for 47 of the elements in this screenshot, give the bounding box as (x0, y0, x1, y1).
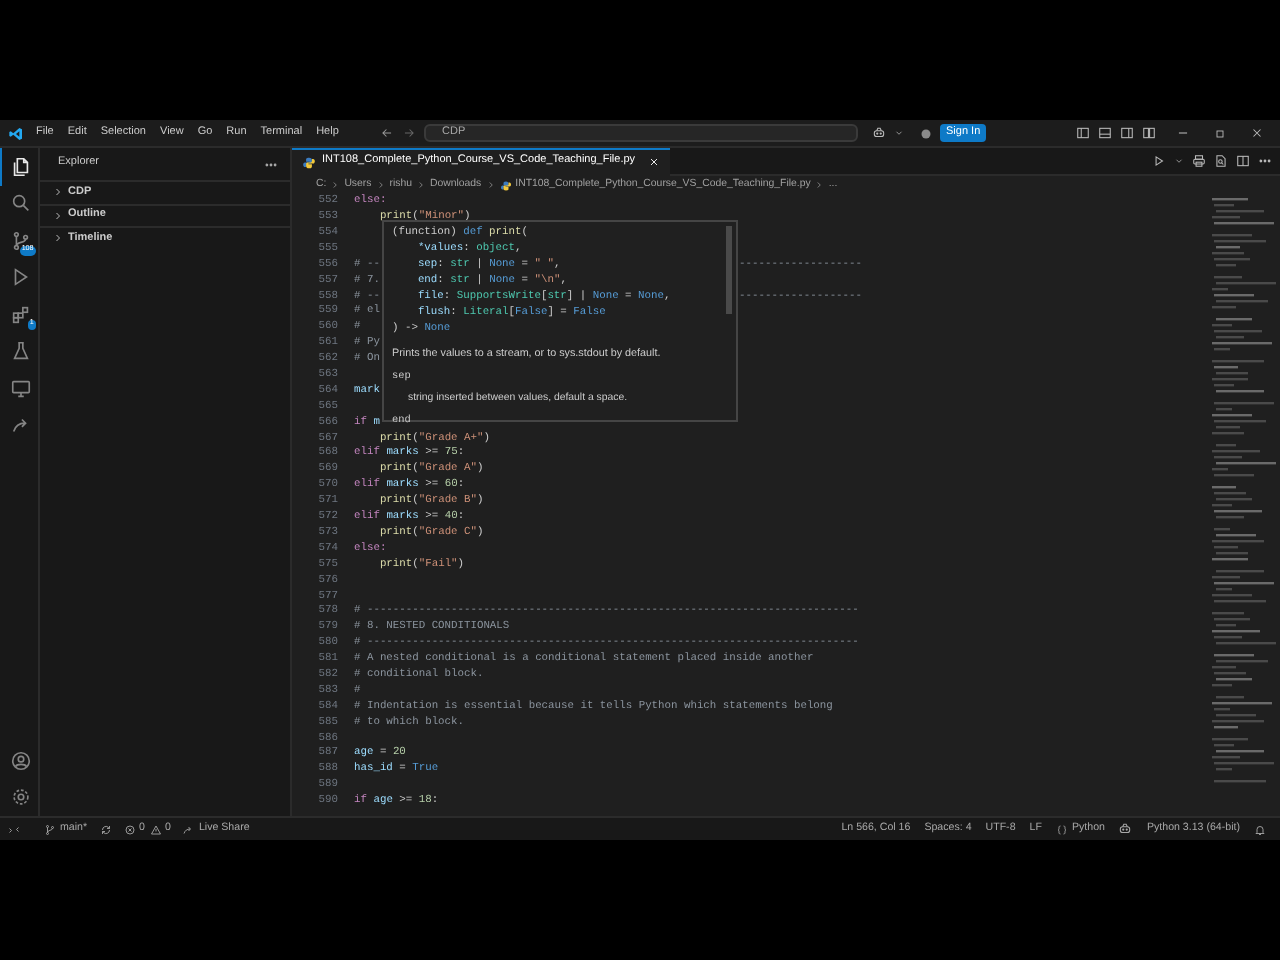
printer-icon[interactable] (1192, 154, 1206, 168)
scrollbar-thumb[interactable] (726, 226, 732, 314)
preview-icon[interactable] (1214, 154, 1228, 168)
layout-icon[interactable] (1076, 126, 1090, 140)
chevron-right-icon (814, 180, 825, 190)
chevron-right-icon (485, 180, 496, 190)
braces-icon (1055, 823, 1068, 835)
split-editor-icon[interactable] (1236, 154, 1250, 168)
copilot-icon[interactable] (1118, 822, 1133, 836)
caret-icon[interactable] (1174, 156, 1184, 166)
bell-icon[interactable] (1254, 823, 1266, 835)
minimap-drawing[interactable] (1212, 198, 1276, 783)
account-icon[interactable] (10, 749, 32, 772)
arrow-icon[interactable] (10, 414, 32, 437)
branch-icon (44, 823, 56, 835)
chevron-right-icon (415, 180, 426, 190)
files-icon[interactable] (10, 155, 32, 178)
search-icon[interactable] (10, 192, 32, 215)
settings-icon[interactable] (10, 786, 32, 809)
remote-icon[interactable] (8, 823, 20, 835)
forward-arrow-icon[interactable] (402, 126, 416, 140)
minimize-icon[interactable] (1176, 126, 1190, 140)
warning-icon (149, 823, 161, 835)
sync-icon[interactable] (99, 823, 112, 835)
chevron-right-icon (375, 180, 386, 190)
layout-icon[interactable] (1120, 126, 1134, 140)
more-icon[interactable] (1258, 154, 1272, 168)
flask-icon[interactable] (10, 340, 32, 363)
copilot-icon[interactable] (872, 126, 886, 140)
layout-icon[interactable] (1098, 126, 1112, 140)
back-arrow-icon[interactable] (380, 126, 394, 140)
logo-icon (8, 125, 24, 141)
chevron-right-icon (330, 180, 341, 190)
python-file-icon (499, 179, 512, 191)
arrow-icon (182, 823, 195, 835)
account-avatar-icon[interactable] (920, 127, 932, 139)
close-icon[interactable] (1250, 126, 1264, 140)
run-icon[interactable] (1152, 154, 1166, 168)
branch-icon[interactable] (10, 229, 32, 252)
python-file-icon (302, 155, 316, 169)
monitor-icon[interactable] (10, 377, 32, 400)
error-icon (123, 823, 136, 835)
layout-icon[interactable] (1142, 126, 1156, 140)
caret-icon[interactable] (894, 128, 904, 138)
blocks-icon[interactable] (10, 303, 32, 326)
maximize-icon[interactable] (1214, 127, 1226, 139)
play-icon[interactable] (10, 266, 32, 289)
